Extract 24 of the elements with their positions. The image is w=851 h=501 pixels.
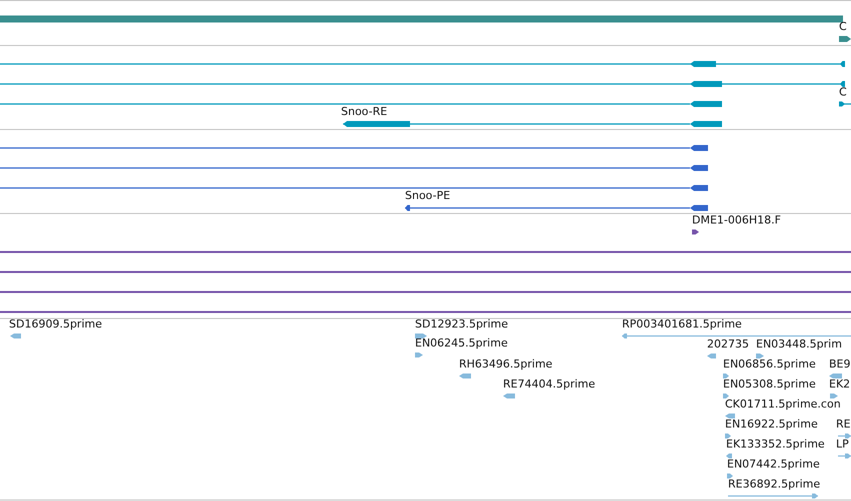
feature-label: C (839, 20, 847, 33)
feature-label: RP003401681.5prime (622, 318, 742, 330)
feature-label: DME1-006H18.F (692, 214, 781, 226)
feature-label: EN03448.5prim (756, 338, 842, 350)
feature-label: RH63496.5prime (459, 358, 552, 370)
feature-label: EK133352.5prime (726, 438, 825, 450)
feature-label: EN16922.5prime (725, 418, 818, 430)
feature-label: CK01711.5prime.con (725, 398, 841, 410)
feature-label: RE74404.5prime (503, 378, 596, 390)
feature-label: EK2 (829, 378, 850, 390)
feature-label: 202735 (707, 338, 749, 350)
feature-label: EN06245.5prime (415, 336, 508, 350)
feature-label: RE (836, 418, 851, 430)
feature-label: SD12923.5prime (415, 318, 508, 330)
feature-label: EN05308.5prime (723, 378, 816, 390)
feature-label: C (839, 86, 847, 98)
feature-label: EN07442.5prime (727, 458, 820, 470)
feature-label: SD16909.5prime (9, 318, 102, 330)
feature-label: EN06856.5prime (723, 358, 816, 370)
feature-label: Snoo-RE (341, 105, 388, 118)
feature-label: BE9 (829, 358, 850, 370)
feature-label: LP (836, 438, 849, 450)
feature-label: Snoo-PE (405, 189, 450, 202)
feature-label: RE36892.5prime (728, 478, 820, 490)
